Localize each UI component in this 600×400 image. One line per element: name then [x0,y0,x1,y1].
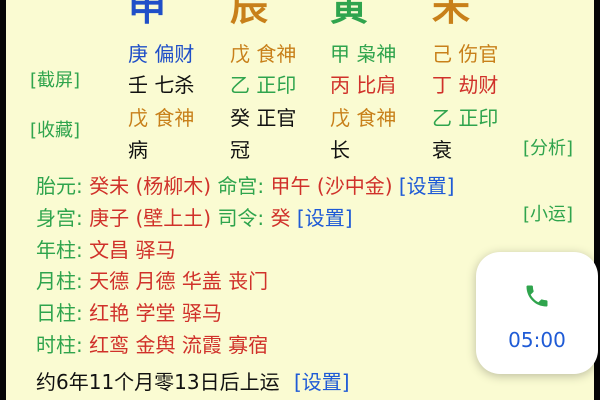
stem-day-2: 丙 比肩 [330,73,397,97]
year-pillar-label: 年柱: [36,238,83,262]
screen-edge-left [0,0,6,400]
screenshot-button[interactable]: [截屏] [30,72,80,90]
luck-start-row: 约6年11个月零13日后上运 [设置] [36,372,350,392]
pillar-year: 申 [128,0,167,29]
hour-pillar-row: 时柱: 红鸾 金舆 流霞 寡宿 [36,335,268,355]
phone-icon [526,285,548,307]
day-pillar-row: 日柱: 红艳 学堂 驿马 [36,303,222,323]
stem-hour-1: 己 伤官 [432,42,499,66]
luck-settings-button[interactable]: [设置] [294,370,350,394]
life-stage-day: 长 [330,138,350,162]
minggong-value: 甲午 (沙中金) [270,174,393,198]
life-stage-month: 冠 [230,138,250,162]
day-pillar-label: 日柱: [36,301,83,325]
stem-hour-3: 乙 正印 [432,106,499,130]
pillar-hour: 未 [432,0,471,29]
shengong-value: 庚子 (壁上土) [89,206,212,230]
siling-settings-button[interactable]: [设置] [297,206,353,230]
taiyuan-label: 胎元: [36,174,83,198]
hour-pillar-label: 时柱: [36,333,83,357]
taiyuan-minggong-row: 胎元: 癸未 (杨柳木) 命宫: 甲午 (沙中金) [设置] [36,176,454,196]
month-pillar-row: 月柱: 天德 月德 华盖 丧门 [36,271,268,291]
year-pillar-row: 年柱: 文昌 驿马 [36,240,175,260]
shengong-siling-row: 身宫: 庚子 (壁上土) 司令: 癸 [设置] [36,208,353,228]
analyze-button[interactable]: [分析] [523,140,573,158]
day-pillar-value: 红艳 学堂 驿马 [89,301,222,325]
stem-year-3: 戊 食神 [128,106,195,130]
stem-month-3: 癸 正官 [230,106,297,130]
luck-start-text: 约6年11个月零13日后上运 [36,370,280,394]
stem-day-3: 戊 食神 [330,106,397,130]
taiyuan-value: 癸未 (杨柳木) [89,174,212,198]
minggong-settings-button[interactable]: [设置] [399,174,455,198]
year-pillar-value: 文昌 驿马 [89,238,176,262]
stem-month-1: 戊 食神 [230,42,297,66]
siling-value: 癸 [270,206,291,230]
minor-luck-button[interactable]: [小运] [523,206,573,224]
pillar-month: 辰 [230,0,269,29]
life-stage-hour: 衰 [432,138,452,162]
shengong-label: 身宫: [36,206,83,230]
hour-pillar-value: 红鸾 金舆 流霞 寡宿 [89,333,269,357]
stem-hour-2: 丁 劫财 [432,73,499,97]
stem-month-2: 乙 正印 [230,73,297,97]
minggong-label: 命宫: [217,174,265,198]
life-stage-year: 病 [128,138,148,162]
stem-year-1: 庚 偏财 [128,42,195,66]
siling-label: 司令: [217,206,265,230]
month-pillar-value: 天德 月德 华盖 丧门 [89,269,269,293]
month-pillar-label: 月柱: [36,269,83,293]
stem-year-2: 壬 七杀 [128,73,195,97]
call-duration: 05:00 [508,328,566,352]
call-floating-widget[interactable]: 05:00 [476,252,598,374]
favorite-button[interactable]: [收藏] [30,122,80,140]
stem-day-1: 甲 枭神 [330,42,397,66]
pillar-day: 寅 [330,0,369,29]
app-screen: 申 辰 寅 未 庚 偏财 戊 食神 甲 枭神 己 伤官 壬 七杀 乙 正印 丙 … [0,0,600,400]
